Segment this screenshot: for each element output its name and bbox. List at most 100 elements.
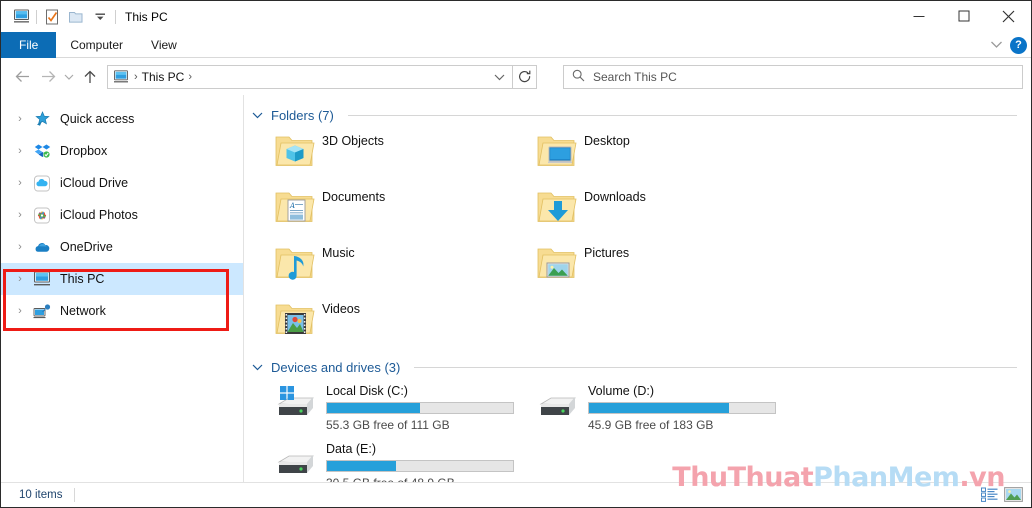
sidebar-item-this-pc[interactable]: › This PC [1, 263, 243, 295]
chevron-right-icon[interactable]: › [9, 172, 31, 194]
sidebar-item-quick-access[interactable]: › Quick access [1, 103, 243, 135]
navigation-pane: › Quick access › Dropbox › iCloud Drive … [1, 95, 244, 482]
folder-item-label: Videos [322, 302, 360, 316]
chevron-down-icon[interactable] [252, 363, 265, 371]
folder-item-music[interactable]: Music [252, 242, 514, 298]
tab-computer[interactable]: Computer [56, 32, 137, 58]
help-icon[interactable]: ? [1010, 36, 1027, 54]
drive-item-volume-d[interactable]: Volume (D:) 45.9 GB free of 183 GB [514, 382, 776, 440]
drive-free-space: 45.9 GB free of 183 GB [588, 418, 714, 432]
folders-grid: 3D Objects Desktop A Documents Downloads… [252, 130, 1031, 354]
view-mode-buttons [981, 483, 1023, 508]
folder-item-videos[interactable]: Videos [252, 298, 514, 354]
search-placeholder: Search This PC [593, 69, 677, 84]
this-pc-icon [31, 270, 53, 288]
folder-item-label: Downloads [584, 190, 646, 204]
drive-usage-bar [588, 402, 776, 414]
folder-item-3d-objects[interactable]: 3D Objects [252, 130, 514, 186]
search-input[interactable]: Search This PC [563, 64, 1023, 89]
back-button[interactable] [9, 64, 35, 90]
drive-info: Volume (D:) 45.9 GB free of 183 GB [588, 382, 776, 440]
chevron-right-icon[interactable]: › [9, 108, 31, 130]
chevron-down-icon[interactable] [252, 111, 265, 119]
icloud-photos-icon [31, 206, 53, 224]
drive-usage-fill [327, 403, 420, 413]
drive-item-local-disk-c[interactable]: Local Disk (C:) 55.3 GB free of 111 GB [252, 382, 514, 440]
customize-dropdown-icon[interactable] [88, 6, 112, 28]
toolbar-separator [36, 9, 37, 24]
drive-icon [534, 382, 582, 428]
drive-name: Data (E:) [326, 442, 377, 456]
chevron-right-icon[interactable]: › [9, 236, 31, 258]
sidebar-item-dropbox[interactable]: › Dropbox [1, 135, 243, 167]
svg-text:A: A [289, 202, 295, 210]
details-view-button[interactable] [981, 487, 998, 505]
sidebar-item-label: iCloud Photos [60, 208, 138, 222]
sidebar-item-icloud-drive[interactable]: › iCloud Drive [1, 167, 243, 199]
folder-documents-icon: A [272, 186, 316, 228]
drives-group-header[interactable]: Devices and drives (3) [252, 356, 1031, 378]
sidebar-item-onedrive[interactable]: › OneDrive [1, 231, 243, 263]
close-button[interactable] [986, 1, 1031, 31]
network-icon [31, 302, 53, 320]
windows-drive-icon [272, 382, 320, 428]
forward-button[interactable] [35, 64, 61, 90]
folder-item-downloads[interactable]: Downloads [514, 186, 776, 242]
sidebar-item-label: This PC [60, 272, 105, 286]
sidebar-item-label: iCloud Drive [60, 176, 129, 190]
drives-grid: Local Disk (C:) 55.3 GB free of 111 GB V… [252, 382, 1031, 482]
collapse-ribbon-icon[interactable] [990, 38, 1003, 52]
recent-locations-button[interactable] [61, 64, 77, 90]
chevron-right-icon[interactable]: › [9, 204, 31, 226]
sidebar-item-icloud-photos[interactable]: › iCloud Photos [1, 199, 243, 231]
chevron-right-icon[interactable]: › [9, 300, 31, 322]
folder-item-label: Music [322, 246, 355, 260]
address-dropdown-icon[interactable] [488, 73, 510, 81]
breadcrumb-bar[interactable]: › This PC › [107, 64, 513, 89]
folder-item-pictures[interactable]: Pictures [514, 242, 776, 298]
folder-desktop-icon [534, 130, 578, 172]
explorer-body: › Quick access › Dropbox › iCloud Drive … [1, 95, 1031, 482]
chevron-right-icon[interactable]: › [9, 140, 31, 162]
large-icons-view-button[interactable] [1004, 486, 1023, 505]
folder-item-desktop[interactable]: Desktop [514, 130, 776, 186]
window-title: This PC [125, 9, 168, 24]
file-list-pane: Folders (7) 3D Objects Desktop A Documen… [244, 95, 1031, 482]
sidebar-item-network[interactable]: › Network [1, 295, 243, 327]
folder-downloads-icon [534, 186, 578, 228]
icloud-drive-icon [31, 174, 53, 192]
breadcrumb-this-pc-icon[interactable] [113, 69, 130, 84]
drive-info: Local Disk (C:) 55.3 GB free of 111 GB [326, 382, 514, 440]
folder-music-icon [272, 242, 316, 284]
minimize-button[interactable] [896, 1, 941, 31]
folder-videos-icon [272, 298, 316, 340]
breadcrumb-separator-1[interactable]: › [134, 71, 138, 83]
this-pc-icon[interactable] [9, 6, 33, 28]
tab-file[interactable]: File [1, 32, 57, 58]
breadcrumb-separator-2[interactable]: › [188, 71, 192, 83]
drive-usage-bar [326, 402, 514, 414]
sidebar-item-label: OneDrive [60, 240, 113, 254]
folder-item-documents[interactable]: A Documents [252, 186, 514, 242]
properties-icon[interactable] [40, 6, 64, 28]
breadcrumb-this-pc[interactable]: This PC [142, 70, 185, 84]
item-count-label: 10 items [19, 489, 63, 501]
maximize-button[interactable] [941, 1, 986, 31]
folders-group-title: Folders (7) [271, 107, 334, 123]
status-divider [74, 488, 76, 502]
folder-item-label: Desktop [584, 134, 630, 148]
refresh-button[interactable] [513, 64, 537, 89]
tab-view[interactable]: View [137, 32, 191, 58]
drive-name: Volume (D:) [588, 384, 654, 398]
title-bar: This PC [1, 1, 1031, 32]
chevron-right-icon[interactable]: › [9, 268, 31, 290]
up-button[interactable] [77, 64, 103, 90]
folders-group-header[interactable]: Folders (7) [252, 104, 1031, 126]
drive-name: Local Disk (C:) [326, 384, 408, 398]
sidebar-item-label: Dropbox [60, 144, 108, 158]
quick-access-toolbar [9, 6, 119, 28]
drive-item-data-e[interactable]: Data (E:) 30.5 GB free of 48.9 GB [252, 440, 514, 482]
drive-usage-fill [327, 461, 396, 471]
sidebar-item-label: Quick access [60, 112, 135, 126]
new-folder-icon[interactable] [64, 6, 88, 28]
